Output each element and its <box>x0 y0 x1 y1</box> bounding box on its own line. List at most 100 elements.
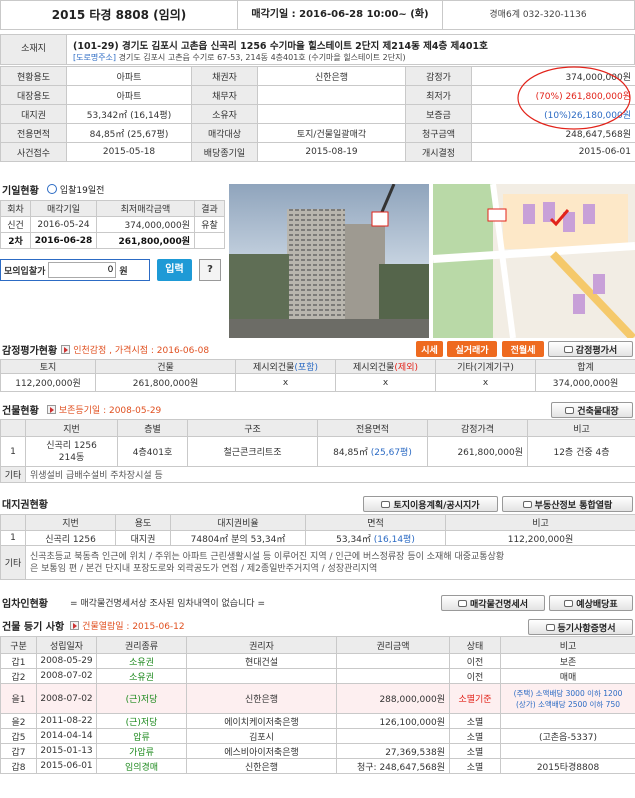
summary-label: 청구금액 <box>405 123 472 143</box>
days-before: 입찰19일전 <box>59 185 105 196</box>
summary-label: 대장용도 <box>0 85 67 105</box>
column-header: 전용면적 <box>317 419 428 437</box>
property-photo[interactable] <box>229 184 429 338</box>
summary-label: 최저가 <box>405 85 472 105</box>
document-icon <box>545 623 555 631</box>
tenant-title: 임차인현황 <box>2 598 48 610</box>
sale-date: 매각기일 : 2016-06-28 10:00~ (화) <box>238 1 443 29</box>
help-button[interactable]: ? <box>199 259 221 281</box>
column-header: 구분 <box>0 636 37 654</box>
registry-cell: 2008-05-29 <box>36 653 97 669</box>
registry-cell: 2015-01-13 <box>36 743 97 759</box>
registry-title-row: 건물 등기 사항 건물열람일 : 2015-06-12 <box>0 616 400 634</box>
column-header: 비고 <box>500 636 635 654</box>
lowest-price-highlight <box>517 66 631 130</box>
column-header: 상태 <box>449 636 501 654</box>
registry-cell: 갑5 <box>0 728 37 744</box>
summary-row: 사건접수 2015-05-18 배당종기일 2015-08-19 개시결정 2015-06… <box>0 142 635 162</box>
column-header: 결과 <box>194 200 225 217</box>
registry-cell: (근)저당 <box>96 683 187 714</box>
building-photo-icon <box>229 184 429 338</box>
dividend-table-button[interactable]: 예상배당표 <box>549 595 633 611</box>
building-title: 건물현황 <box>2 405 39 417</box>
registry-cell: 을2 <box>0 713 37 729</box>
mock-bid-input-button[interactable]: 입력 <box>157 259 192 281</box>
building-sub[interactable]: 보존등기일 : 2008-05-29 <box>59 403 161 416</box>
document-icon <box>564 599 574 607</box>
document-icon <box>563 345 573 353</box>
arrow-icon <box>46 404 56 414</box>
registry-cell: 김포시 <box>186 728 337 744</box>
appraisal-doc-button[interactable]: 감정평가서 <box>548 341 633 357</box>
header-note: (제외) <box>394 363 418 373</box>
summary-label: 사건접수 <box>0 142 67 162</box>
registry-cell: 소멸 <box>449 743 501 759</box>
road-address-tag[interactable]: [도로명주소] <box>73 53 116 62</box>
road-address-line: [도로명주소] 경기도 김포시 고촌읍 수기로 67-53, 214동 4층40… <box>73 52 633 63</box>
round-label: 신건 <box>0 216 31 233</box>
document-icon <box>381 500 391 508</box>
building-table: 지번 층별 구조 전용면적 감정가격 비고 1 신곡리 1256 214동 4층401호 … <box>0 419 635 483</box>
registry-cell: 2014-04-14 <box>36 728 97 744</box>
column-header: 기타(기계기구) <box>435 359 536 374</box>
column-header: 비고 <box>445 514 635 531</box>
column-header: 건물 <box>95 359 236 374</box>
summary-label: 전용면적 <box>0 123 67 143</box>
appraisal-cell: 374,000,000원 <box>535 373 635 392</box>
column-header: 합계 <box>535 359 635 374</box>
registry-cell <box>186 668 337 684</box>
map-icon <box>433 184 635 338</box>
document-icon <box>522 500 532 508</box>
registry-cell: 소유권 <box>96 653 187 669</box>
actual-trade-button[interactable]: 실거래가 <box>447 341 497 357</box>
registry-sub[interactable]: 건물열람일 : 2015-06-12 <box>82 619 184 632</box>
bidding-title: 기일현황 <box>2 185 39 197</box>
table-row: 기타 신곡초등교 북동측 인근에 위치 / 주위는 아파트 근린생활시설 등 이… <box>0 545 635 580</box>
summary-label: 채권자 <box>191 66 258 86</box>
road-address: 경기도 김포시 고촌읍 수기로 67-53, 214동 4층401호 (수기마을… <box>118 53 406 62</box>
column-header: 제시외건물(제외) <box>335 359 436 374</box>
summary-label: 배당종기일 <box>191 142 258 162</box>
registry-cert-button[interactable]: 등기사항증명서 <box>528 619 633 635</box>
column-header: 지번 <box>25 419 118 437</box>
registry-cell: 임의경매 <box>96 758 187 774</box>
table-row: 을2 2011-08-22 (근)저당 에이치케이저축은행 126,100,000원 소멸 <box>0 713 635 729</box>
column-header: 감정가격 <box>427 419 528 437</box>
summary-value: 토지/건물일괄매각 <box>257 123 406 143</box>
summary-value: 2015-08-19 <box>257 142 406 162</box>
mock-bid-input[interactable] <box>48 262 117 278</box>
summary-label: 채무자 <box>191 85 258 105</box>
registry-table: 구분 성립일자 권리종류 권리자 권리금액 상태 비고 갑1 2008-05-29 소유권 현대건… <box>0 636 635 774</box>
registry-cell: 갑8 <box>0 758 37 774</box>
registry-cell: 소멸 <box>449 758 501 774</box>
location-map[interactable] <box>433 184 635 338</box>
appraisal-sub[interactable]: 인천감정 , 가격시점 : 2016-06-08 <box>73 343 209 356</box>
column-header: 용도 <box>115 514 171 531</box>
building-register-button[interactable]: 건축물대장 <box>551 402 633 418</box>
arrow-icon <box>70 620 80 630</box>
registry-cell: 2008-07-02 <box>36 668 97 684</box>
registry-title: 건물 등기 사항 <box>2 621 65 633</box>
summary-label: 개시결정 <box>405 142 472 162</box>
market-price-button[interactable]: 시세 <box>416 341 443 357</box>
registry-cell <box>336 728 450 744</box>
court-contact: 경매6계 032-320-1136 <box>489 10 587 20</box>
address: (101-29) 경기도 김포시 고촌읍 신곡리 1256 수기마을 힐스테이트… <box>73 41 488 52</box>
real-estate-info-button[interactable]: 부동산정보 통합열람 <box>502 496 633 512</box>
land-use-plan-button[interactable]: 토지이용계획/공시지가 <box>363 496 498 512</box>
table-row: 112,200,000원 261,800,000원 x x x 374,000,000원 <box>0 373 635 392</box>
building-title-row: 건물현황 보존등기일 : 2008-05-29 <box>0 400 400 418</box>
column-header: 구조 <box>187 419 318 437</box>
tenant-title-row: 임차인현황 = 매각물건명세서상 조사된 임차내역이 없습니다 = <box>0 593 440 611</box>
appraisal-cell: x <box>235 373 336 392</box>
bid-cell: 유찰 <box>194 216 225 233</box>
registry-cell: 매매 <box>500 668 635 684</box>
lease-price-button[interactable]: 전월세 <box>502 341 544 357</box>
registry-cell: 청구: 248,647,568원 <box>336 758 450 774</box>
bid-cell: 2016-06-28 <box>30 232 97 249</box>
location-row: 소재지 (101-29) 경기도 김포시 고촌읍 신곡리 1256 수기마을 힐… <box>0 34 635 65</box>
registry-cell: 신한은행 <box>186 683 337 714</box>
registry-cell <box>500 713 635 729</box>
land-table: 지번 용도 대지권비율 면적 비고 1 신곡리 1256 대지권 74804㎡ 분의 5… <box>0 514 635 580</box>
sale-spec-button[interactable]: 매각물건명세서 <box>441 595 545 611</box>
